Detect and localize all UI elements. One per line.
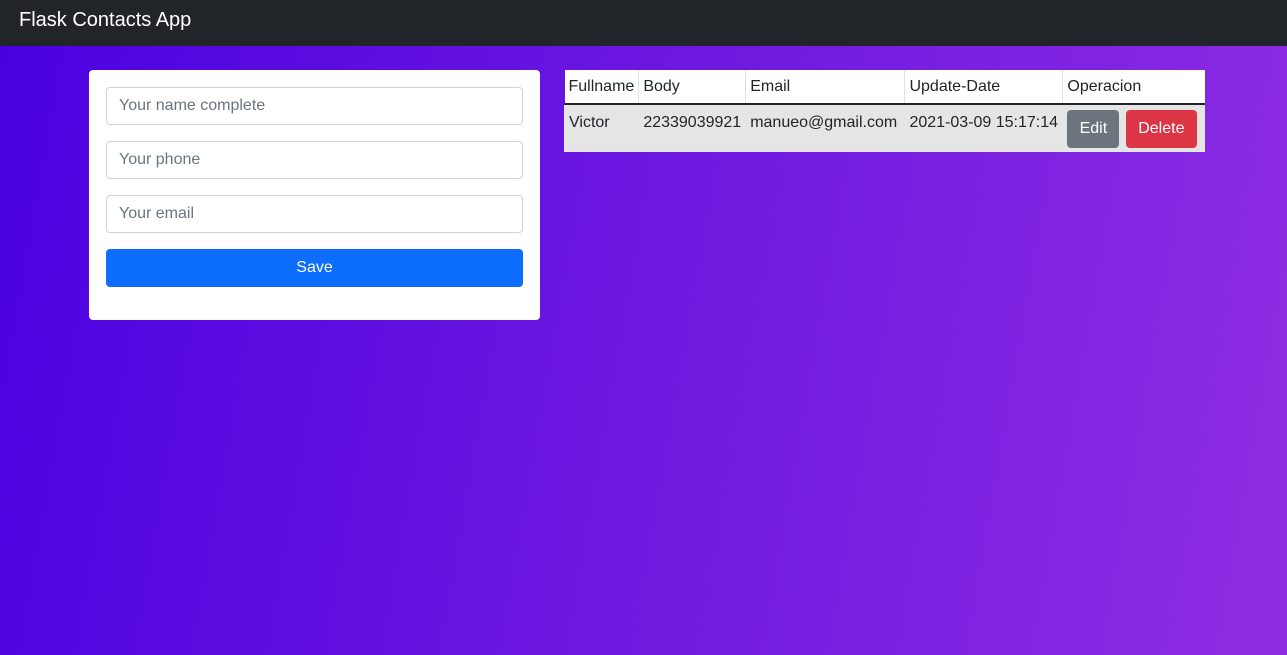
table-header-row: Fullname Body Email Update-Date Operacio… (564, 70, 1205, 105)
email-input[interactable] (106, 195, 523, 233)
header-update-date: Update-Date (904, 70, 1063, 105)
header-operacion: Operacion (1062, 70, 1205, 105)
table-row: Victor 22339039921 manueo@gmail.com 2021… (563, 104, 1205, 152)
cell-email: manueo@gmail.com (745, 104, 905, 152)
contacts-table: Fullname Body Email Update-Date Operacio… (563, 70, 1205, 152)
delete-button[interactable]: Delete (1125, 110, 1197, 148)
navbar: Flask Contacts App (0, 0, 1287, 46)
navbar-brand[interactable]: Flask Contacts App (19, 9, 191, 31)
cell-update-date: 2021-03-09 15:17:14 (904, 104, 1063, 152)
phone-input[interactable] (106, 141, 523, 179)
contact-form-card: Save (89, 70, 540, 320)
cell-body: 22339039921 (638, 104, 746, 152)
cell-operacion: Edit Delete (1062, 104, 1205, 152)
save-button[interactable]: Save (106, 249, 523, 287)
cell-fullname: Victor (563, 104, 639, 152)
header-email: Email (745, 70, 905, 105)
edit-button[interactable]: Edit (1067, 110, 1120, 148)
header-fullname: Fullname (564, 70, 639, 105)
header-body: Body (638, 70, 746, 105)
fullname-input[interactable] (106, 87, 523, 125)
